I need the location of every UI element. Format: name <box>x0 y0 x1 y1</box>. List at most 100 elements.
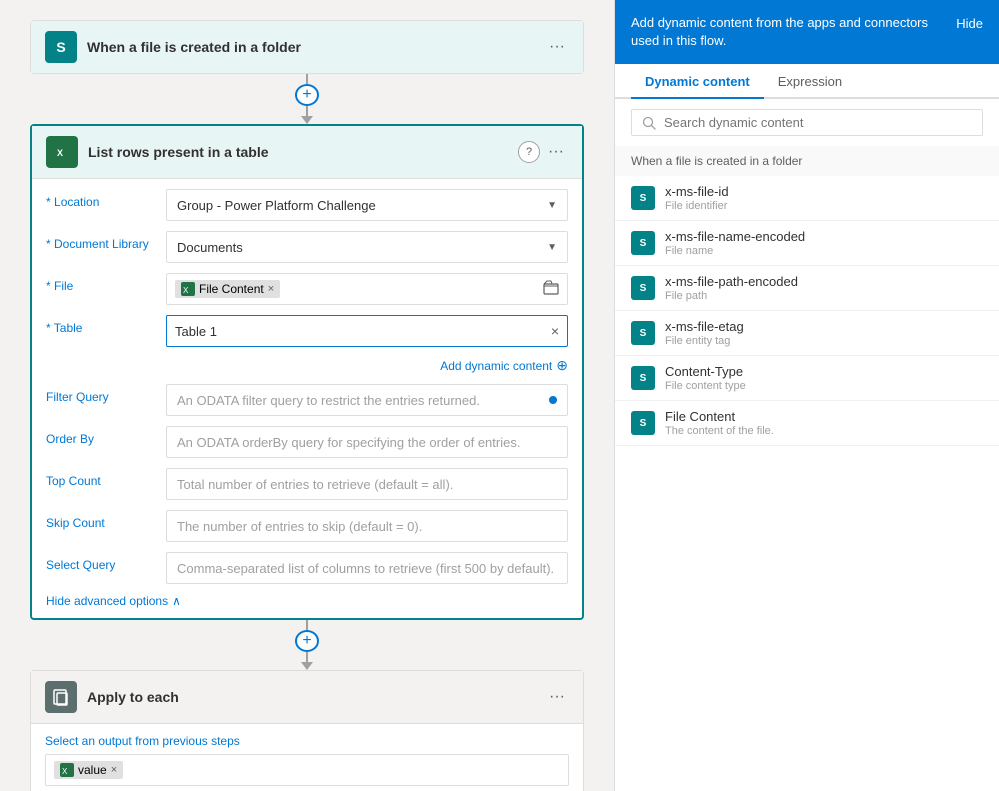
file-tag-close[interactable]: × <box>268 283 274 295</box>
panel-item-desc: File content type <box>665 380 746 392</box>
panel-item-name: x-ms-file-id <box>665 184 729 199</box>
order-by-label: Order By <box>46 426 166 446</box>
connector-arrow-1 <box>301 116 313 124</box>
connector-line-top-2 <box>306 620 308 630</box>
location-value: Group - Power Platform Challenge <box>177 198 376 213</box>
panel-item-name: x-ms-file-name-encoded <box>665 229 805 244</box>
value-tag-close[interactable]: × <box>111 764 117 776</box>
table-label: Table <box>46 315 166 335</box>
search-input[interactable] <box>664 115 972 130</box>
file-tag-icon: X <box>181 282 195 296</box>
add-dynamic-icon: ⊕ <box>556 357 568 374</box>
trigger-card: S When a file is created in a folder ··· <box>30 20 584 74</box>
filter-query-dot <box>549 396 557 404</box>
location-label: Location <box>46 189 166 209</box>
add-dynamic-label: Add dynamic content <box>440 359 552 373</box>
filter-query-control: An ODATA filter query to restrict the en… <box>166 384 568 416</box>
panel-item-text: File Content The content of the file. <box>665 409 774 437</box>
output-tag-control[interactable]: X value × <box>45 754 569 786</box>
list-rows-header: X List rows present in a table ? ··· <box>32 126 582 179</box>
panel-item-desc: The content of the file. <box>665 425 774 437</box>
doclib-value: Documents <box>177 240 243 255</box>
panel-item[interactable]: S x-ms-file-etag File entity tag <box>615 311 999 356</box>
skip-count-placeholder: The number of entries to skip (default =… <box>177 519 422 534</box>
tab-expression[interactable]: Expression <box>764 64 856 99</box>
top-count-control: Total number of entries to retrieve (def… <box>166 468 568 500</box>
panel-item-icon: S <box>631 276 655 300</box>
hide-advanced-button[interactable]: Hide advanced options ∧ <box>46 594 568 608</box>
search-box[interactable] <box>631 109 983 136</box>
panel-item-icon: S <box>631 411 655 435</box>
list-rows-title: List rows present in a table <box>88 144 518 160</box>
filter-query-input[interactable]: An ODATA filter query to restrict the en… <box>166 384 568 416</box>
table-clear-icon[interactable]: × <box>551 323 559 339</box>
location-control: Group - Power Platform Challenge ▼ <box>166 189 568 221</box>
apply-more-button[interactable]: ··· <box>545 688 569 706</box>
panel-item-icon: S <box>631 231 655 255</box>
file-row: File X File Content × <box>46 273 568 305</box>
connector-1: + <box>30 74 584 124</box>
table-control: Table 1 × <box>166 315 568 347</box>
trigger-actions: ··· <box>545 38 569 56</box>
skip-count-control: The number of entries to skip (default =… <box>166 510 568 542</box>
file-folder-icon[interactable] <box>543 280 559 299</box>
doclib-dropdown[interactable]: Documents ▼ <box>166 231 568 263</box>
list-rows-body: Location Group - Power Platform Challeng… <box>32 179 582 618</box>
panel-item[interactable]: S x-ms-file-name-encoded File name <box>615 221 999 266</box>
panel-section-label: When a file is created in a folder <box>615 146 999 176</box>
top-count-row: Top Count Total number of entries to ret… <box>46 468 568 500</box>
svg-text:X: X <box>62 767 68 775</box>
skip-count-row: Skip Count The number of entries to skip… <box>46 510 568 542</box>
top-count-placeholder: Total number of entries to retrieve (def… <box>177 477 453 492</box>
apply-to-each-card: Apply to each ··· Select an output from … <box>30 670 584 791</box>
panel-item[interactable]: S Content-Type File content type <box>615 356 999 401</box>
search-icon <box>642 116 656 130</box>
location-arrow-icon: ▼ <box>547 200 557 211</box>
top-count-label: Top Count <box>46 468 166 488</box>
table-input[interactable]: Table 1 × <box>166 315 568 347</box>
filter-query-label: Filter Query <box>46 384 166 404</box>
panel-item[interactable]: S File Content The content of the file. <box>615 401 999 446</box>
panel-item-icon: S <box>631 321 655 345</box>
dynamic-content-panel: Add dynamic content from the apps and co… <box>614 0 999 791</box>
order-by-placeholder: An ODATA orderBy query for specifying th… <box>177 435 520 450</box>
connector-line-bottom <box>306 106 308 116</box>
apply-icon <box>45 681 77 713</box>
add-step-button-2[interactable]: + <box>295 630 319 652</box>
list-rows-more-button[interactable]: ··· <box>544 143 568 161</box>
order-by-input[interactable]: An ODATA orderBy query for specifying th… <box>166 426 568 458</box>
panel-hide-button[interactable]: Hide <box>956 14 983 31</box>
select-query-row: Select Query Comma-separated list of col… <box>46 552 568 584</box>
file-control: X File Content × <box>166 273 568 305</box>
panel-items-list: S x-ms-file-id File identifier S x-ms-fi… <box>615 176 999 446</box>
panel-item-name: x-ms-file-etag <box>665 319 744 334</box>
trigger-more-button[interactable]: ··· <box>545 38 569 56</box>
add-dynamic-link[interactable]: Add dynamic content ⊕ <box>46 357 568 374</box>
list-rows-card: X List rows present in a table ? ··· Loc… <box>30 124 584 620</box>
trigger-title: When a file is created in a folder <box>87 39 545 55</box>
chevron-up-icon: ∧ <box>172 594 181 608</box>
skip-count-input[interactable]: The number of entries to skip (default =… <box>166 510 568 542</box>
doclib-label: Document Library <box>46 231 166 251</box>
location-dropdown[interactable]: Group - Power Platform Challenge ▼ <box>166 189 568 221</box>
connector-line-top <box>306 74 308 84</box>
panel-item-desc: File identifier <box>665 200 729 212</box>
panel-item-text: x-ms-file-etag File entity tag <box>665 319 744 347</box>
excel-icon: X <box>46 136 78 168</box>
panel-item[interactable]: S x-ms-file-id File identifier <box>615 176 999 221</box>
file-input[interactable]: X File Content × <box>166 273 568 305</box>
top-count-input[interactable]: Total number of entries to retrieve (def… <box>166 468 568 500</box>
list-rows-help-button[interactable]: ? <box>518 141 540 163</box>
svg-text:X: X <box>183 286 189 294</box>
panel-item[interactable]: S x-ms-file-path-encoded File path <box>615 266 999 311</box>
order-by-control: An ODATA orderBy query for specifying th… <box>166 426 568 458</box>
add-step-button-1[interactable]: + <box>295 84 319 106</box>
panel-item-icon: S <box>631 186 655 210</box>
tab-dynamic-content[interactable]: Dynamic content <box>631 64 764 99</box>
apply-title: Apply to each <box>87 689 545 705</box>
select-query-label: Select Query <box>46 552 166 572</box>
panel-item-name: x-ms-file-path-encoded <box>665 274 798 289</box>
doclib-control: Documents ▼ <box>166 231 568 263</box>
select-query-input[interactable]: Comma-separated list of columns to retri… <box>166 552 568 584</box>
apply-to-each-header: Apply to each ··· <box>31 671 583 724</box>
